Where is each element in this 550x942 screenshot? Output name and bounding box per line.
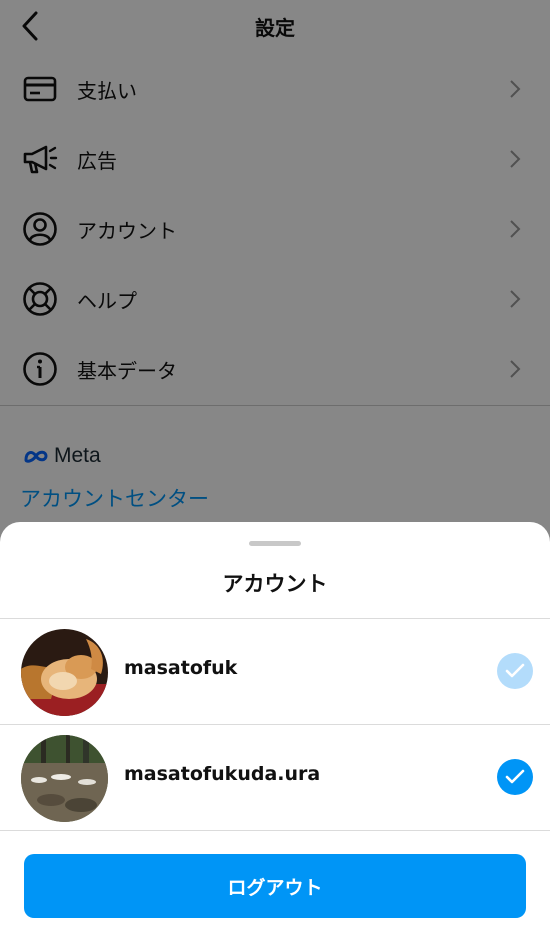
logout-button[interactable]: ログアウト bbox=[24, 854, 526, 918]
sheet-drag-handle[interactable] bbox=[249, 541, 301, 546]
sheet-title: アカウント bbox=[222, 572, 328, 596]
account-row[interactable]: masatofuk bbox=[0, 619, 550, 724]
account-username: masatofuk bbox=[124, 657, 238, 679]
account-selected-checkmark[interactable] bbox=[497, 653, 533, 689]
checkmark-icon bbox=[505, 663, 525, 678]
avatar bbox=[21, 735, 108, 822]
account-selected-checkmark[interactable] bbox=[497, 759, 533, 795]
checkmark-icon bbox=[505, 769, 525, 784]
account-switcher-sheet: アカウント masatofuk masatofukuda.ura ログアウト bbox=[0, 522, 550, 942]
sheet-divider bbox=[0, 830, 550, 831]
avatar bbox=[21, 629, 108, 716]
account-username: masatofukuda.ura bbox=[124, 763, 321, 785]
account-row[interactable]: masatofukuda.ura bbox=[0, 725, 550, 830]
